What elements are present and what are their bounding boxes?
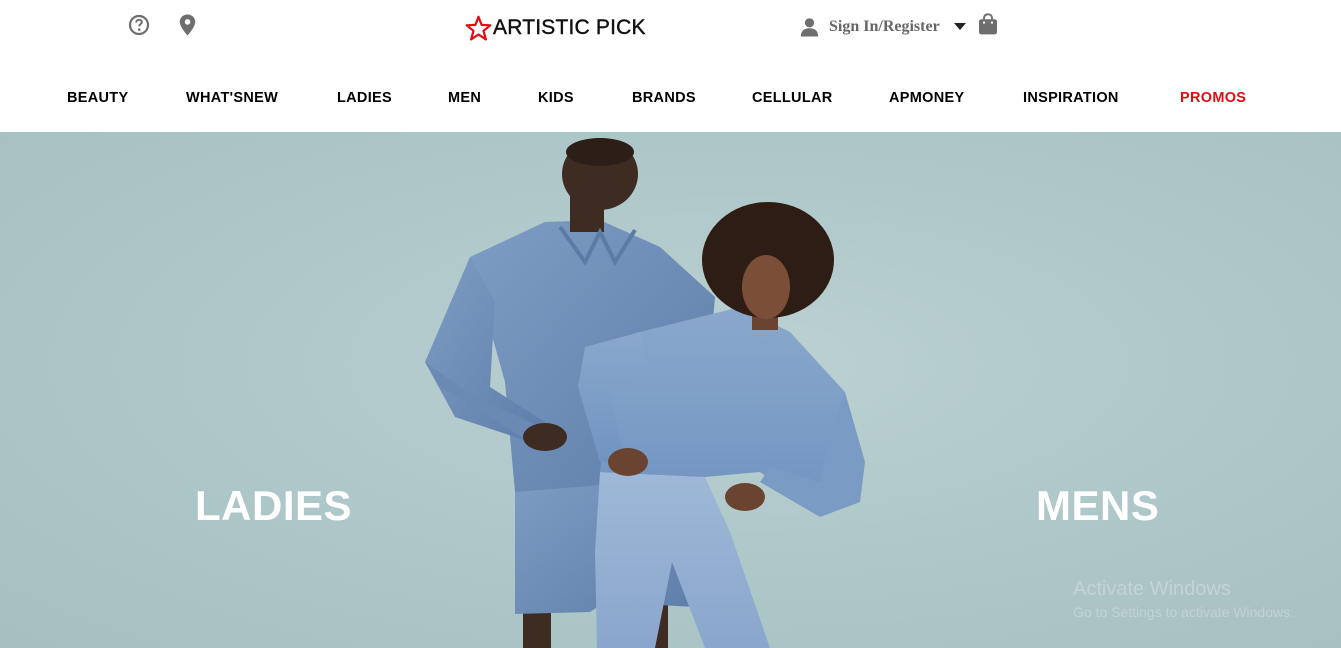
sign-in-register-label: Sign In/Register bbox=[829, 18, 940, 35]
nav-item-brands[interactable]: BRANDS bbox=[632, 90, 696, 106]
sign-in-register-menu[interactable]: Sign In/Register bbox=[800, 14, 966, 40]
top-bar: ARTISTIC PICK Sign In/Register bbox=[0, 0, 1341, 60]
nav-item-kids[interactable]: KIDS bbox=[538, 90, 574, 106]
nav-item-beauty[interactable]: BEAUTY bbox=[67, 90, 128, 106]
activation-watermark-subtitle: Go to Settings to activate Windows. bbox=[1073, 604, 1294, 620]
hero-banner: LADIES MENS Activate Windows Go to Setti… bbox=[0, 132, 1341, 648]
help-icon[interactable] bbox=[128, 14, 150, 41]
main-navigation: BEAUTY WHAT'SNEW LADIES MEN KIDS BRANDS … bbox=[0, 80, 1341, 118]
nav-item-inspiration[interactable]: INSPIRATION bbox=[1023, 90, 1119, 106]
location-pin-icon[interactable] bbox=[179, 14, 196, 41]
user-icon bbox=[800, 17, 819, 37]
nav-item-whats-new[interactable]: WHAT'SNEW bbox=[186, 90, 278, 106]
hero-models-image bbox=[425, 138, 865, 648]
nav-item-ladies[interactable]: LADIES bbox=[337, 90, 392, 106]
caret-down-icon bbox=[953, 22, 966, 30]
hero-mens-link[interactable]: MENS bbox=[1036, 482, 1159, 530]
nav-item-cellular[interactable]: CELLULAR bbox=[752, 90, 833, 106]
nav-item-men[interactable]: MEN bbox=[448, 90, 481, 106]
site-logo[interactable]: ARTISTIC PICK bbox=[465, 13, 646, 43]
nav-item-promos[interactable]: PROMOS bbox=[1180, 90, 1246, 106]
shopping-bag-icon[interactable] bbox=[978, 13, 998, 40]
nav-item-apmoney[interactable]: APMONEY bbox=[889, 90, 964, 106]
logo-text: ARTISTIC PICK bbox=[493, 16, 646, 39]
star-logo-icon bbox=[465, 15, 492, 42]
hero-ladies-link[interactable]: LADIES bbox=[195, 482, 352, 530]
activation-watermark-title: Activate Windows bbox=[1073, 578, 1231, 600]
